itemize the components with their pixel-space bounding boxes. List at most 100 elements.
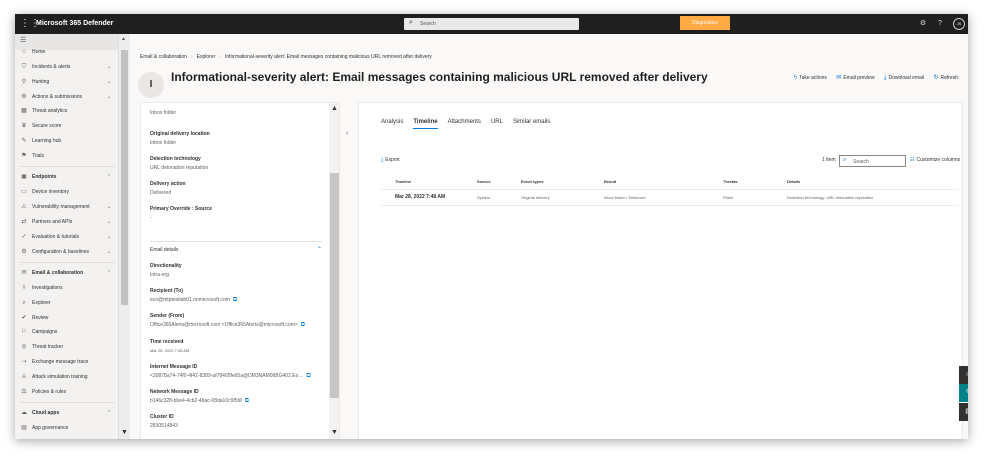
fab-feedback-icon[interactable]: ▤ — [959, 403, 968, 421]
trials-icon: ⚑ — [21, 153, 27, 159]
refresh-button[interactable]: ↻ Refresh — [933, 74, 958, 81]
sidebar-item-home[interactable]: ⌂ Home — [15, 45, 118, 59]
nav-scrollbar[interactable]: ▲ ▼ — [119, 34, 130, 439]
tab-similar-emails[interactable]: Similar emails — [513, 119, 550, 128]
email-details-header[interactable]: Email details ⌃ — [150, 247, 322, 253]
copy-icon[interactable]: ⧉ — [245, 398, 249, 404]
sidebar-item-label: Email & collaboration — [32, 270, 84, 276]
column-header-timeline[interactable]: Timeline — [395, 179, 411, 184]
chevron-up-icon[interactable]: ⌃ — [317, 246, 322, 253]
breadcrumb-email-collab[interactable]: Email & collaboration — [140, 54, 187, 60]
chevron-down-icon[interactable]: ⌄ — [107, 215, 111, 229]
sidebar-item-policies-rules[interactable]: ⚖ Policies & rules — [15, 385, 118, 399]
chevron-down-icon[interactable]: ⌄ — [107, 90, 111, 104]
tab-analysis[interactable]: Analysis — [381, 119, 403, 128]
copy-icon[interactable]: ⧉ — [233, 297, 237, 303]
details-scroll-thumb[interactable] — [330, 173, 339, 398]
column-header-source[interactable]: Source — [477, 179, 491, 184]
sidebar-item-incidents-alerts[interactable]: ⛉ Incidents & alerts ⌄ — [15, 60, 118, 74]
breadcrumb-explorer[interactable]: Explorer — [197, 54, 216, 60]
sidebar-item-configuration-baselines[interactable]: ⚙ Configuration & baselines ⌄ — [15, 245, 118, 259]
fab-location-icon[interactable]: ⚲ — [959, 384, 968, 402]
tab-url[interactable]: URL — [491, 119, 503, 128]
cloud-icon: ☁ — [21, 410, 27, 416]
sidebar-item-exchange-message-trace[interactable]: ⇢ Exchange message trace — [15, 355, 118, 369]
sidebar-item-label: Cloud apps — [32, 410, 60, 416]
sidebar-item-investigations[interactable]: ⚕ Investigations — [15, 281, 118, 295]
chevron-up-icon[interactable]: ⌃ — [107, 266, 111, 280]
chevron-down-icon[interactable]: ⌄ — [107, 245, 111, 259]
scroll-up-arrow-icon[interactable]: ▲ — [121, 36, 126, 42]
sidebar-item-explorer[interactable]: ⌕ Explorer — [15, 296, 118, 310]
chevron-down-icon[interactable]: ⌄ — [107, 75, 111, 89]
sidebar-item-device-inventory[interactable]: ▭ Device inventory — [15, 185, 118, 199]
scroll-up-arrow-icon[interactable]: ▲ — [331, 105, 338, 112]
field-value-text: b146c328-bbe4-4cb2-4bac-08da10c9f5bf — [150, 398, 242, 404]
customize-columns-button[interactable]: ☷ Customize columns — [910, 157, 960, 163]
scroll-down-arrow-icon[interactable]: ▼ — [121, 429, 128, 436]
copy-icon[interactable]: ⧉ — [306, 373, 310, 379]
column-header-details[interactable]: Details — [787, 179, 800, 184]
section-divider — [150, 241, 322, 242]
details-scrollbar[interactable]: ▲ ▼ — [329, 103, 339, 439]
table-cell: Detection technology: URL detonation rep… — [787, 195, 874, 200]
fab-chat-icon[interactable]: ☺ — [959, 366, 968, 384]
sidebar-item-label: Attack simulation training — [32, 374, 88, 380]
table-search-input[interactable]: ⌕ Search — [839, 155, 906, 167]
chevron-up-icon[interactable]: ⌃ — [107, 406, 111, 420]
chevron-down-icon[interactable]: ⌄ — [107, 200, 111, 214]
chevron-down-icon[interactable]: ⌄ — [107, 230, 111, 244]
sidebar-item-evaluation-tutorials[interactable]: ✓ Evaluation & tutorials ⌄ — [15, 230, 118, 244]
sidebar-item-cloud-apps[interactable]: ☁ Cloud apps ⌃ — [15, 406, 118, 420]
breadcrumb-current: Informational-severity alert: Email mess… — [224, 54, 432, 60]
chevron-up-icon[interactable]: ⌃ — [107, 170, 111, 184]
sidebar-item-learning-hub[interactable]: ✎ Learning hub — [15, 134, 118, 148]
sidebar-item-threat-analytics[interactable]: ▦ Threat analytics — [15, 104, 118, 118]
export-button[interactable]: ⤓ Export — [381, 157, 400, 163]
column-header-threats[interactable]: Threats — [723, 179, 737, 184]
chevron-down-icon[interactable]: ⌄ — [107, 60, 111, 74]
sidebar-item-secure-score[interactable]: ♛ Secure score — [15, 119, 118, 133]
sidebar-item-attack-simulation-training[interactable]: ⚔ Attack simulation training — [15, 370, 118, 384]
email-preview-button[interactable]: ✉ Email preview — [836, 74, 874, 81]
tab-timeline[interactable]: Timeline — [413, 119, 438, 129]
sidebar-item-vulnerability-management[interactable]: ⚠ Vulnerability management ⌄ — [15, 200, 118, 214]
search-icon: ⌕ — [843, 157, 847, 163]
sidebar-item-threat-tracker[interactable]: ◎ Threat tracker — [15, 340, 118, 354]
field-value: 2830514843 — [150, 423, 178, 429]
settings-gear-icon[interactable]: ⚙ — [918, 19, 928, 29]
field-label: Primary Override : Source — [150, 206, 212, 212]
tab-attachments[interactable]: Attachments — [448, 119, 481, 128]
details-content: Inbox folder Original delivery location I… — [141, 103, 329, 439]
copy-icon[interactable]: ⧉ — [301, 322, 305, 328]
take-actions-button[interactable]: ϟ Take actions — [794, 75, 827, 81]
field-label: Cluster ID — [150, 414, 174, 420]
diagnostics-button[interactable]: Diagnostics — [680, 16, 730, 30]
nav-scroll-thumb[interactable] — [121, 50, 128, 305]
explorer-icon: ⌕ — [22, 300, 26, 306]
hamburger-menu-icon[interactable]: ☰ — [20, 36, 26, 44]
sidebar-item-actions-submissions[interactable]: ⚙ Actions & submissions ⌄ — [15, 90, 118, 104]
sidebar-item-label: Partners and APIs — [32, 219, 73, 225]
app-launcher-icon[interactable]: ⋮⋮ — [20, 18, 40, 30]
details-pane: Inbox folder Original delivery location I… — [140, 102, 340, 439]
sidebar-item-partners-and-apis[interactable]: ⇄ Partners and APIs ⌄ — [15, 215, 118, 229]
sidebar-item-endpoints[interactable]: ▣ Endpoints ⌃ — [15, 170, 118, 184]
sidebar-item-app-governance[interactable]: ▤ App governance — [15, 421, 118, 435]
collapse-pane-chevron-left-icon[interactable]: ‹ — [346, 130, 348, 137]
preview-icon: ✉ — [836, 75, 842, 81]
sidebar-item-review[interactable]: ✔ Review — [15, 311, 118, 325]
sidebar-item-campaigns[interactable]: ⚐ Campaigns — [15, 325, 118, 339]
scroll-down-arrow-icon[interactable]: ▼ — [331, 429, 338, 436]
sidebar-item-trials[interactable]: ⚑ Trials — [15, 149, 118, 163]
sidebar-item-email-collaboration[interactable]: ✉ Email & collaboration ⌃ — [15, 266, 118, 280]
sidebar-item-hunting[interactable]: ⚲ Hunting ⌄ — [15, 75, 118, 89]
user-avatar[interactable]: JS — [953, 18, 965, 30]
partners-icon: ⇄ — [21, 219, 27, 225]
sidebar-item-label: Investigations — [32, 285, 63, 291]
column-header-result[interactable]: Result — [604, 179, 616, 184]
column-header-event-types[interactable]: Event types — [521, 179, 543, 184]
download-email-button[interactable]: ⤓ Download email — [884, 75, 924, 82]
global-search-input[interactable]: ⌕ Search — [404, 18, 579, 30]
help-icon[interactable]: ? — [935, 19, 945, 29]
